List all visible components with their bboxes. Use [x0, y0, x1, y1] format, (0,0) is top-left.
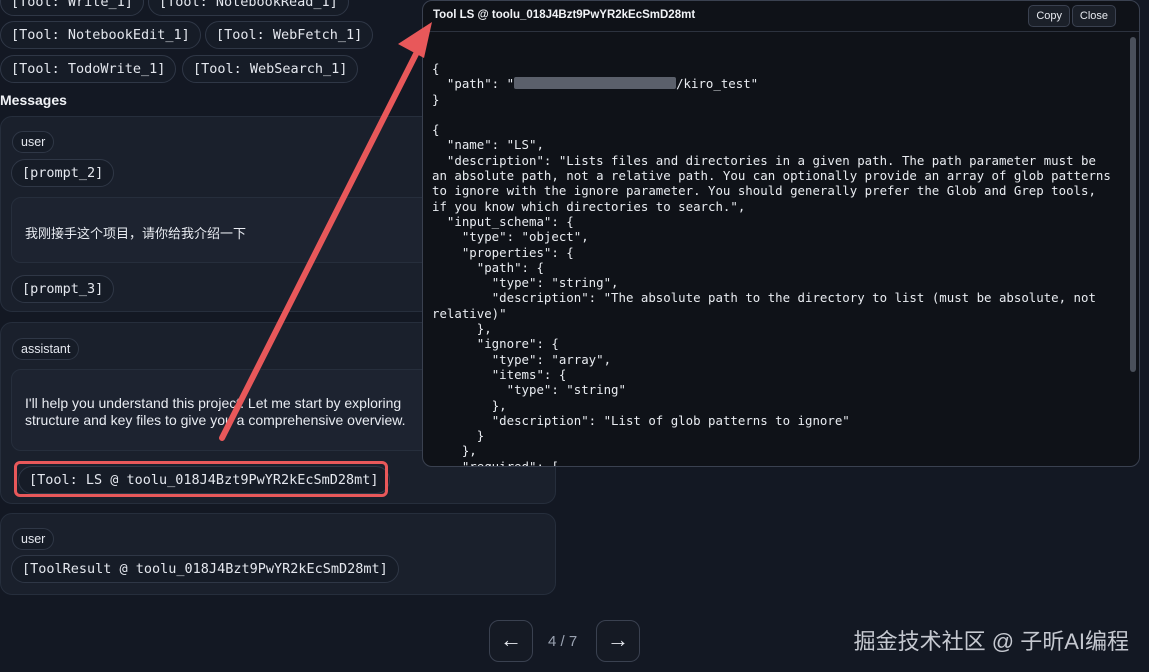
- message-text-line-2: structure and key files to give you a co…: [25, 412, 406, 428]
- modal-header: Tool LS @ toolu_018J4Bzt9PwYR2kEcSmD28mt…: [423, 1, 1139, 32]
- modal-title: Tool LS @ toolu_018J4Bzt9PwYR2kEcSmD28mt: [433, 9, 696, 21]
- tool-chip-webfetch[interactable]: [Tool: WebFetch_1]: [205, 21, 374, 49]
- close-button[interactable]: Close: [1071, 5, 1116, 27]
- message-text: 我刚接手这个项目，请你给我介绍一下: [25, 226, 247, 241]
- redacted-path: [514, 77, 677, 90]
- code-open: { "path": ": [432, 61, 515, 92]
- code-rest: /kiro_test" } { "name": "LS", "descripti…: [432, 76, 1111, 467]
- highlight-box: [14, 461, 388, 497]
- copy-button[interactable]: Copy: [1028, 5, 1070, 27]
- next-page-button[interactable]: →: [596, 620, 640, 662]
- role-badge: user: [12, 528, 55, 550]
- prompt-chip-3[interactable]: [prompt_3]: [11, 275, 115, 303]
- prev-page-button[interactable]: ←: [489, 620, 533, 662]
- messages-heading: Messages: [0, 92, 67, 108]
- role-badge: user: [12, 131, 55, 153]
- tool-chip-notebookread[interactable]: [Tool: NotebookRead_1]: [148, 0, 349, 16]
- message-card-user-2: user [ToolResult @ toolu_018J4Bzt9PwYR2k…: [0, 513, 556, 595]
- tool-chip-todowrite[interactable]: [Tool: TodoWrite_1]: [0, 55, 177, 83]
- watermark: 掘金技术社区 @ 子昕AI编程: [853, 629, 1129, 654]
- page-indicator: 4 / 7: [548, 633, 578, 650]
- tool-json-code: { "path": "/kiro_test" } { "name": "LS",…: [432, 61, 1112, 466]
- role-badge: assistant: [12, 338, 80, 360]
- scrollbar[interactable]: [1130, 37, 1136, 372]
- tool-detail-modal: Tool LS @ toolu_018J4Bzt9PwYR2kEcSmD28mt…: [422, 0, 1140, 467]
- toolresult-chip[interactable]: [ToolResult @ toolu_018J4Bzt9PwYR2kEcSmD…: [11, 555, 399, 583]
- message-text-line-1: I'll help you understand this project. L…: [25, 395, 402, 411]
- prompt-chip-2[interactable]: [prompt_2]: [11, 159, 115, 187]
- tool-chip-websearch[interactable]: [Tool: WebSearch_1]: [182, 55, 359, 83]
- tool-chip-write[interactable]: [Tool: Write_1]: [0, 0, 144, 16]
- tool-chip-notebookedit[interactable]: [Tool: NotebookEdit_1]: [0, 21, 201, 49]
